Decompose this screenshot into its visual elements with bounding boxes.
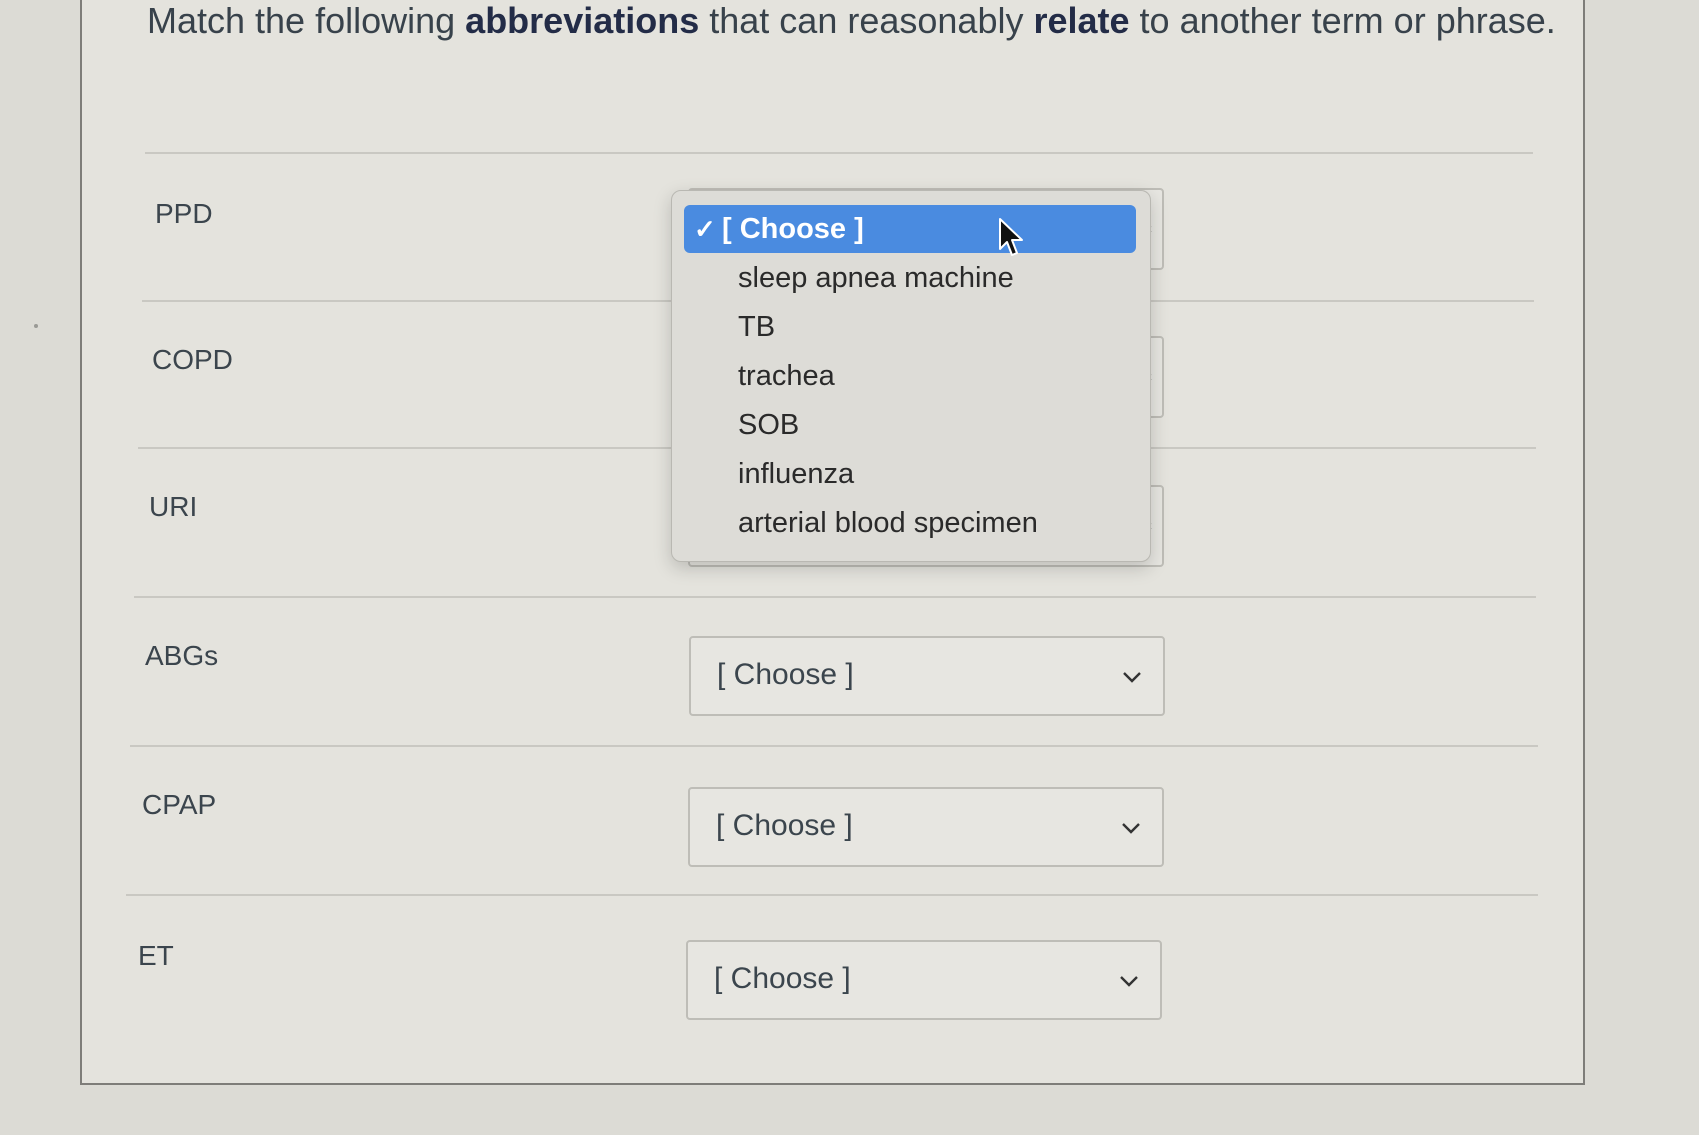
dropdown-option-influenza[interactable]: influenza: [684, 450, 1136, 498]
select-value: [ Choose ]: [714, 962, 851, 995]
dropdown-option-choose[interactable]: ✓[ Choose ]: [684, 205, 1136, 253]
chevron-down-icon: [1122, 823, 1140, 834]
row-label-cpap: CPAP: [142, 789, 217, 820]
divider: [134, 596, 1536, 598]
mouse-pointer-icon: [999, 218, 1023, 256]
select-abgs[interactable]: [ Choose ]: [689, 636, 1165, 716]
divider: [130, 745, 1538, 747]
select-value: [ Choose ]: [716, 809, 853, 842]
question-prompt: Match the following abbreviations that c…: [147, 0, 1556, 41]
row-label-uri: URI: [149, 491, 198, 522]
dropdown-menu: ✓[ Choose ] sleep apnea machine TB trach…: [671, 190, 1151, 562]
dropdown-option-tb[interactable]: TB: [684, 303, 1136, 351]
dropdown-option-trachea[interactable]: trachea: [684, 352, 1136, 400]
row-label-et: ET: [138, 940, 174, 971]
select-et[interactable]: [ Choose ]: [686, 940, 1162, 1020]
dropdown-option-arterial-blood-specimen[interactable]: arterial blood specimen: [684, 499, 1136, 547]
dropdown-option-sleep-apnea-machine[interactable]: sleep apnea machine: [684, 254, 1136, 302]
emphasis-relate: relate: [1033, 0, 1130, 41]
checkmark-icon: ✓: [694, 214, 716, 244]
row-label-copd: COPD: [152, 344, 233, 375]
select-value: [ Choose ]: [717, 658, 854, 691]
divider: [145, 152, 1533, 154]
row-label-ppd: PPD: [155, 198, 213, 229]
select-cpap[interactable]: [ Choose ]: [688, 787, 1164, 867]
emphasis-abbreviations: abbreviations: [465, 0, 700, 41]
chevron-down-icon: [1123, 672, 1141, 683]
background-speck: [34, 324, 38, 328]
row-label-abgs: ABGs: [145, 640, 219, 671]
divider: [126, 894, 1538, 896]
dropdown-option-sob[interactable]: SOB: [684, 401, 1136, 449]
chevron-down-icon: [1120, 976, 1138, 987]
